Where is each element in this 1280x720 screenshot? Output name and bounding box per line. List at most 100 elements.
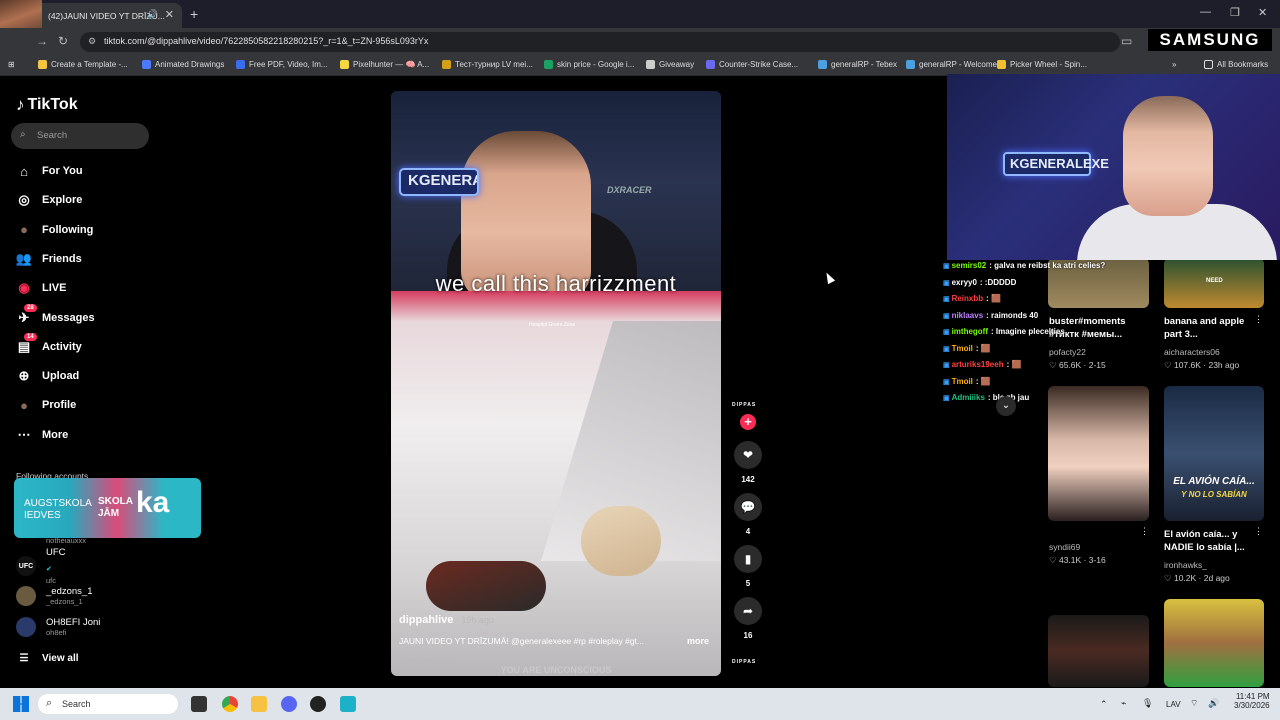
share-button[interactable]: ➦ 16 bbox=[734, 597, 762, 640]
sidebar-item-activity[interactable]: ▤ 14 Activity bbox=[16, 332, 82, 358]
feed-author[interactable]: pofacty22 bbox=[1049, 347, 1086, 357]
discord-icon[interactable] bbox=[281, 696, 297, 712]
sidebar-item-live[interactable]: ◉ LIVE bbox=[16, 277, 66, 299]
site-info-icon[interactable]: ⚙ bbox=[88, 36, 96, 47]
sidebar-item-for-you[interactable]: ⌂ For You bbox=[16, 160, 82, 182]
feed-author[interactable]: aicharacters06 bbox=[1164, 347, 1220, 357]
language-indicator[interactable]: LAV bbox=[1166, 700, 1181, 709]
sidebar-item-more[interactable]: ⋯ More bbox=[16, 424, 69, 446]
bookmark-item[interactable]: Create a Template -... bbox=[38, 60, 128, 69]
view-all-button[interactable]: ☰ View all bbox=[16, 647, 79, 669]
see-translation-link[interactable]: See translation bbox=[399, 654, 456, 664]
bookmarks-overflow-icon[interactable]: » bbox=[1172, 60, 1176, 69]
feed-author[interactable]: ironhawks_ bbox=[1164, 560, 1207, 570]
like-button[interactable]: ❤ 142 bbox=[734, 441, 762, 484]
bookmark-item[interactable]: Тест-турнир LV mei... bbox=[442, 60, 533, 69]
url-field[interactable]: ⚙ tiktok.com/@dippahlive/video/762285058… bbox=[80, 32, 1120, 52]
following-account[interactable]: _edzons_1 _edzons_1 bbox=[16, 582, 92, 610]
clock-time: 11:41 PM bbox=[1235, 692, 1270, 701]
reload-icon[interactable]: ↻ bbox=[58, 34, 68, 48]
new-tab-button[interactable]: + bbox=[190, 6, 198, 22]
sidebar-item-friends[interactable]: 👥 Friends bbox=[16, 248, 82, 270]
video-author[interactable]: dippahlive · 19h ago bbox=[399, 614, 494, 626]
comment-button[interactable]: 💬 4 bbox=[734, 493, 762, 536]
bookmark-item[interactable]: Counter-Strike Case... bbox=[706, 60, 798, 69]
bookmark-label: generalRP - Tebex bbox=[831, 60, 897, 69]
more-options-icon[interactable]: ⋮ bbox=[1254, 314, 1263, 325]
wifi-icon[interactable]: ⌔ bbox=[1190, 698, 1198, 709]
sidebar-item-following[interactable]: ● Following bbox=[16, 219, 93, 241]
more-button[interactable]: more bbox=[687, 636, 709, 646]
close-tab-icon[interactable]: ✕ bbox=[165, 8, 174, 21]
bookmark-favicon-icon bbox=[38, 60, 47, 69]
microphone-icon[interactable]: 🎙 bbox=[1142, 698, 1153, 709]
minimize-icon[interactable]: — bbox=[1200, 6, 1211, 18]
following-account[interactable]: UFC UFC ✔ ufc bbox=[16, 547, 66, 585]
volume-icon[interactable]: 🔊 bbox=[1208, 698, 1219, 709]
tray-overflow-icon[interactable]: ⌃ bbox=[1100, 699, 1108, 710]
share-icon: ➦ bbox=[734, 597, 762, 625]
apps-grid-icon[interactable]: ⊞ bbox=[8, 60, 15, 69]
file-explorer-icon[interactable] bbox=[251, 696, 267, 712]
chevron-down-icon[interactable]: ⌄ bbox=[996, 396, 1016, 416]
maximize-icon[interactable]: ❐ bbox=[1230, 6, 1240, 19]
thumbnail-text: NEED bbox=[1206, 278, 1223, 284]
platform-icon: ▣ bbox=[943, 395, 952, 402]
chat-username: exryy0 bbox=[951, 277, 977, 287]
sidebar-item-explore[interactable]: ◎ Explore bbox=[16, 189, 82, 211]
platform-icon: ▣ bbox=[943, 263, 952, 270]
follow-button[interactable]: + bbox=[740, 414, 756, 430]
tiktok-logo[interactable]: ♪ TikTok bbox=[16, 95, 78, 115]
network-icon[interactable]: ⌁ bbox=[1121, 698, 1126, 709]
bookmark-item[interactable]: Picker Wheel - Spin... bbox=[997, 60, 1087, 69]
search-input[interactable]: ⌕ Search bbox=[11, 123, 149, 149]
feed-title[interactable]: banana and apple part 3... bbox=[1164, 315, 1258, 341]
thumbnail-text: EL AVIÓN CAÍA... bbox=[1173, 476, 1255, 487]
all-bookmarks-button[interactable]: All Bookmarks bbox=[1204, 60, 1268, 69]
feed-title[interactable]: El avión caía... y NADIE lo sabía |... bbox=[1164, 528, 1264, 554]
bookmark-item[interactable]: generalRP - Tebex bbox=[818, 60, 897, 69]
sidebar-item-upload[interactable]: ⊕ Upload bbox=[16, 365, 80, 387]
promo-banner[interactable]: AUGSTSKOLA SKOLA IEDVES JĀM ka bbox=[14, 478, 201, 538]
close-window-icon[interactable]: ✕ bbox=[1258, 6, 1267, 19]
platform-icon: ▣ bbox=[943, 362, 952, 369]
bookmark-item[interactable]: Animated Drawings bbox=[142, 60, 224, 69]
sidebar-item-messages[interactable]: ✈ 28 Messages bbox=[16, 303, 95, 329]
following-account[interactable]: OH8EFI Joni oh8efi bbox=[16, 613, 100, 641]
sidebar-item-profile[interactable]: ● Profile bbox=[16, 394, 76, 416]
bookmark-icon: ▮ bbox=[734, 545, 762, 573]
feed-thumbnail[interactable]: EL AVIÓN CAÍA... Y NO LO SABÍAN bbox=[1164, 386, 1264, 521]
tiktok-logo-text: TikTok bbox=[27, 96, 78, 113]
taskbar-search-input[interactable]: ⌕ Search bbox=[38, 694, 178, 714]
chrome-icon[interactable] bbox=[222, 696, 238, 712]
save-button[interactable]: ▮ 5 bbox=[734, 545, 762, 588]
sidebar-item-label: Explore bbox=[42, 194, 83, 207]
forward-icon[interactable]: → bbox=[36, 34, 48, 48]
creator-brand-label: DIPPAS bbox=[732, 402, 757, 408]
feed-thumbnail[interactable] bbox=[1048, 386, 1149, 521]
bookmark-item[interactable]: Free PDF, Video, Im... bbox=[236, 60, 328, 69]
task-view-icon[interactable] bbox=[191, 696, 207, 712]
bookmark-item[interactable]: Giveaway bbox=[646, 60, 694, 69]
platform-icon: ▣ bbox=[943, 279, 952, 287]
video-player[interactable]: KGENERAL DXRACER Hospital Green Zone we … bbox=[391, 91, 721, 676]
taskbar-clock[interactable]: 11:41 PM 3/30/2026 bbox=[1234, 692, 1270, 710]
bookmark-item[interactable]: Pixelhunter — 🧠 A... bbox=[340, 60, 429, 69]
feed-thumbnail[interactable] bbox=[1164, 599, 1264, 687]
notepad-icon[interactable] bbox=[340, 696, 356, 712]
promo-text: IEDVES bbox=[24, 510, 61, 521]
chat-text: : :DDDDD bbox=[979, 277, 1017, 287]
bookmark-item[interactable]: generalRP - Welcome bbox=[906, 60, 997, 69]
account-handle[interactable]: notheiauxxx bbox=[46, 536, 86, 545]
bookmark-item[interactable]: skin price - Google i... bbox=[544, 60, 634, 69]
sidebar-item-label: Upload bbox=[42, 370, 80, 383]
cast-icon[interactable]: ▭ bbox=[1121, 34, 1132, 48]
speaker-icon[interactable]: 🔊 bbox=[147, 9, 158, 20]
feed-thumbnail[interactable] bbox=[1048, 615, 1149, 687]
avatar: UFC bbox=[16, 556, 36, 576]
more-options-icon[interactable]: ⋮ bbox=[1140, 526, 1149, 537]
app-icon[interactable] bbox=[310, 696, 326, 712]
feed-author[interactable]: syndii69 bbox=[1049, 542, 1080, 552]
feed-thumbnail[interactable]: NEED bbox=[1164, 258, 1264, 308]
platform-icon: ▣ bbox=[943, 296, 952, 303]
